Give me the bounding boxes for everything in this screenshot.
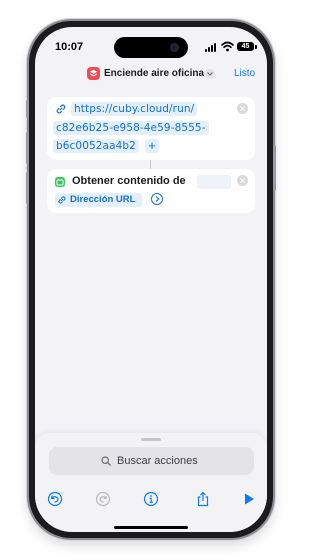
- link-icon: [56, 104, 66, 114]
- redo-icon[interactable]: [95, 491, 111, 507]
- battery-icon: 45: [237, 42, 254, 51]
- app-icon: [55, 177, 65, 187]
- volume-up-button: [26, 132, 29, 164]
- screen: 10:07 45 Enciende aire oficina Listo htt…: [35, 27, 267, 532]
- done-button[interactable]: Listo: [234, 68, 255, 79]
- play-icon[interactable]: [241, 491, 257, 507]
- battery-tip: [255, 45, 257, 49]
- front-camera: [170, 43, 179, 52]
- actions-bottom-sheet: Buscar acciones: [35, 433, 267, 532]
- power-button: [273, 145, 276, 191]
- status-bar: 10:07 45: [35, 27, 267, 67]
- cellular-signal-icon: [205, 43, 218, 52]
- status-time: 10:07: [55, 41, 84, 53]
- get-contents-action-card[interactable]: Obtener contenido de Dirección URL: [47, 169, 255, 213]
- sheet-grabber[interactable]: [141, 438, 161, 441]
- shortcut-title[interactable]: Enciende aire oficina: [104, 68, 204, 79]
- chevron-down-icon[interactable]: [205, 69, 215, 79]
- input-variable-field[interactable]: [197, 175, 231, 189]
- home-indicator: [114, 526, 188, 529]
- nav-bar: Enciende aire oficina Listo: [35, 67, 267, 91]
- undo-icon[interactable]: [47, 491, 63, 507]
- share-icon[interactable]: [195, 491, 211, 507]
- battery-level: 45: [241, 43, 250, 50]
- chevron-right-icon[interactable]: [151, 193, 163, 205]
- action-title: Obtener contenido de: [72, 175, 186, 187]
- wifi-icon: [221, 41, 234, 52]
- url-parameter-token[interactable]: Dirección URL: [55, 193, 142, 207]
- remove-action-button[interactable]: [237, 103, 248, 114]
- parameter-label: Dirección URL: [70, 194, 136, 205]
- add-url-button[interactable]: +: [145, 139, 159, 153]
- search-actions-field[interactable]: Buscar acciones: [49, 447, 254, 475]
- link-icon: [58, 196, 66, 204]
- action-button: [26, 100, 29, 118]
- search-icon: [101, 456, 111, 466]
- editor-toolbar: [35, 491, 267, 511]
- search-placeholder: Buscar acciones: [117, 455, 198, 467]
- volume-down-button: [26, 172, 29, 204]
- info-icon[interactable]: [143, 491, 159, 507]
- action-connector: [150, 160, 151, 169]
- dynamic-island: [114, 37, 188, 58]
- remove-action-button[interactable]: [237, 175, 248, 186]
- layers-icon[interactable]: [87, 67, 100, 80]
- url-line-2[interactable]: c82e6b25-e958-4e59-8555-: [53, 121, 209, 135]
- url-line-1[interactable]: https://cuby.cloud/run/: [71, 102, 198, 116]
- url-action-card[interactable]: https://cuby.cloud/run/ c82e6b25-e958-4e…: [47, 97, 255, 160]
- url-line-3[interactable]: b6c0052aa4b2: [53, 139, 139, 153]
